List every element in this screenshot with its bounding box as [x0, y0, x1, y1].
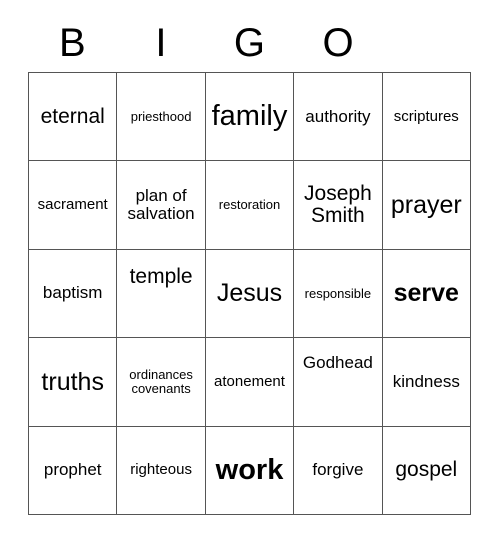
bingo-cell-label: ordinances covenants	[129, 367, 193, 396]
bingo-cell-label: scriptures	[393, 107, 459, 125]
bingo-cell[interactable]: priesthood	[117, 73, 206, 162]
bingo-cell[interactable]: ordinances covenants	[117, 338, 206, 427]
bingo-cell[interactable]: serve	[382, 249, 471, 339]
bingo-cell-label: authority	[305, 106, 371, 126]
bingo-cell[interactable]: scriptures	[382, 73, 471, 162]
bingo-grid: eternal priesthood family authority scri…	[28, 72, 471, 515]
bingo-cell-label: Godhead	[302, 353, 373, 373]
bingo-cell-label: Joseph Smith	[304, 181, 372, 228]
bingo-cell-label: truths	[41, 367, 104, 396]
bingo-cell[interactable]: prophet	[29, 426, 118, 515]
bingo-cell-label: Jesus	[216, 279, 283, 308]
bingo-cell-label: gospel	[395, 458, 458, 482]
bingo-cell-label: kindness	[392, 371, 460, 391]
bingo-card: B I G O eternal priesthood family author…	[0, 0, 500, 544]
bingo-cell-label: prophet	[43, 460, 102, 480]
bingo-cell[interactable]: kindness	[382, 338, 471, 427]
bingo-cell[interactable]: Godhead	[294, 338, 383, 427]
bingo-cell[interactable]: atonement	[205, 338, 295, 427]
bingo-header-row: B I G O	[28, 14, 471, 72]
bingo-cell[interactable]: work	[205, 426, 295, 515]
bingo-header-letter-2: I	[155, 21, 167, 65]
bingo-cell-label: priesthood	[130, 108, 192, 124]
bingo-cell-label: righteous	[130, 461, 192, 479]
bingo-header-letter-1: B	[58, 21, 86, 65]
bingo-cell[interactable]: baptism	[29, 249, 118, 339]
bingo-cell-label: atonement	[214, 372, 285, 390]
bingo-cell[interactable]: restoration	[205, 161, 295, 250]
bingo-cell[interactable]: truths	[29, 338, 118, 427]
bingo-cell[interactable]: righteous	[117, 426, 206, 515]
bingo-header-letter-5	[382, 14, 471, 72]
bingo-cell-label: family	[211, 100, 288, 133]
bingo-cell-label: forgive	[312, 460, 364, 480]
bingo-cell[interactable]: eternal	[29, 73, 118, 162]
bingo-cell[interactable]: Jesus	[205, 249, 295, 339]
bingo-cell-label: work	[215, 453, 284, 486]
bingo-cell[interactable]: authority	[294, 73, 383, 162]
bingo-cell[interactable]: Joseph Smith	[294, 161, 383, 250]
bingo-cell-label: eternal	[40, 104, 105, 128]
bingo-cell-label: temple	[129, 264, 193, 288]
bingo-cell-label: plan of salvation	[127, 186, 195, 224]
bingo-cell[interactable]: responsible	[294, 249, 383, 339]
bingo-cell-label: serve	[393, 279, 459, 308]
bingo-cell-label: sacrament	[37, 196, 108, 214]
bingo-cell[interactable]: family	[205, 73, 295, 162]
bingo-cell[interactable]: temple	[117, 249, 206, 339]
bingo-header-letter-3: G	[233, 21, 266, 65]
bingo-cell[interactable]: forgive	[294, 426, 383, 515]
bingo-cell[interactable]: plan of salvation	[117, 161, 206, 250]
bingo-cell-label: prayer	[390, 190, 462, 219]
bingo-cell[interactable]: gospel	[382, 426, 471, 515]
bingo-cell-label: restoration	[218, 197, 281, 213]
bingo-cell-label: responsible	[304, 285, 372, 301]
bingo-header-letter-4: O	[322, 21, 354, 65]
bingo-cell[interactable]: prayer	[382, 161, 471, 250]
bingo-cell[interactable]: sacrament	[29, 161, 118, 250]
bingo-cell-label: baptism	[42, 283, 103, 303]
